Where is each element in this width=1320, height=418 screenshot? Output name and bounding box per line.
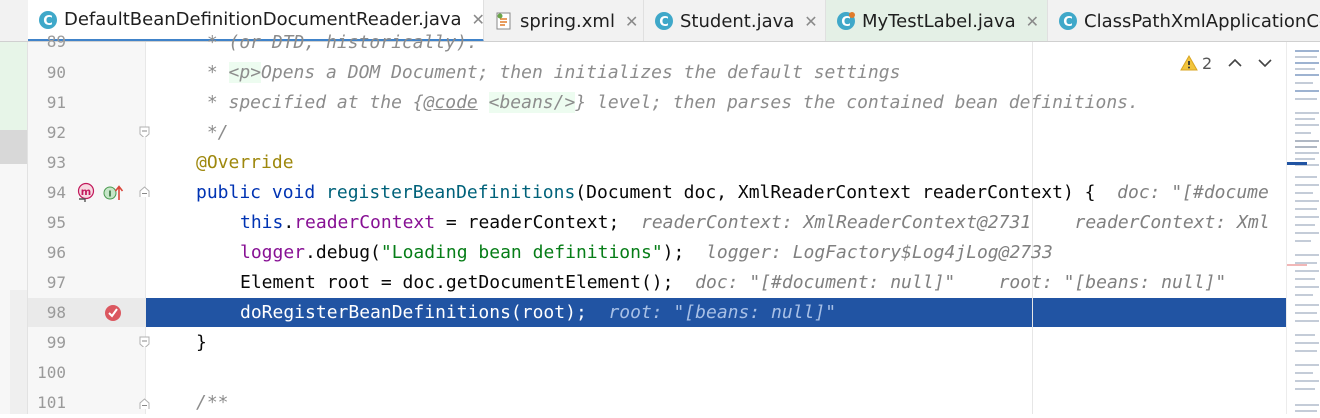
code-text: (Document doc, XmlReaderContext readerCo… bbox=[575, 182, 1096, 203]
chevron-up-icon[interactable] bbox=[1228, 58, 1242, 68]
code-line-91[interactable]: * specified at the {@code <beans/>} leve… bbox=[196, 88, 1139, 118]
code-line-90[interactable]: * <p>Opens a DOM Document; then initiali… bbox=[196, 58, 900, 88]
comment-text: * (or DTD, historically). bbox=[196, 32, 478, 53]
comment-text bbox=[478, 92, 489, 113]
tab-label: MyTestLabel.java bbox=[862, 10, 1016, 32]
javadoc-tag: @code bbox=[423, 92, 478, 113]
overrides-method-icon[interactable]: m bbox=[76, 182, 96, 204]
close-icon[interactable]: ✕ bbox=[804, 12, 817, 31]
close-icon[interactable]: ✕ bbox=[1026, 12, 1039, 31]
inline-debug-value: root: "[beans: null]" bbox=[586, 302, 837, 323]
keyword: this bbox=[240, 212, 284, 233]
line-number[interactable]: 93 bbox=[28, 152, 66, 174]
code-line-95[interactable]: this.readerContext = readerContext; read… bbox=[240, 208, 1270, 238]
code-line-98[interactable]: doRegisterBeanDefinitions(root); root: "… bbox=[240, 298, 836, 328]
editor-scrollbar[interactable] bbox=[1286, 42, 1320, 414]
inline-debug-value: logger: LogFactory$Log4jLog@2733 bbox=[684, 242, 1053, 263]
tab-student-java[interactable]: C Student.java ✕ bbox=[644, 0, 826, 41]
code-text: Element root = doc.getDocumentElement(); bbox=[240, 272, 674, 293]
code-text: . bbox=[283, 212, 295, 233]
code-line-99[interactable]: } bbox=[196, 328, 207, 358]
comment-text: * bbox=[196, 62, 229, 83]
class-icon: C bbox=[1058, 11, 1078, 31]
line-number[interactable]: 89 bbox=[28, 32, 66, 51]
method-name: registerBeanDefinitions bbox=[326, 182, 576, 203]
inline-debug-value: doc: "[#docume bbox=[1095, 182, 1269, 203]
svg-text:I: I bbox=[109, 190, 112, 199]
line-number[interactable]: 95 bbox=[28, 212, 66, 234]
comment-text: */ bbox=[196, 122, 229, 143]
class-icon: C bbox=[38, 10, 58, 30]
string-literal: "Loading bean definitions" bbox=[380, 242, 663, 263]
code-line-93[interactable]: @Override bbox=[196, 148, 294, 178]
code-line-96[interactable]: logger.debug("Loading bean definitions")… bbox=[240, 238, 1053, 268]
warning-count: 2 bbox=[1202, 53, 1213, 73]
breakpoint-icon[interactable] bbox=[103, 303, 123, 323]
annotation: @Override bbox=[196, 152, 294, 173]
chevron-down-icon[interactable] bbox=[1258, 58, 1272, 68]
svg-text:m: m bbox=[81, 187, 91, 198]
code-text: doRegisterBeanDefinitions(root); bbox=[240, 302, 587, 323]
tab-label: spring.xml bbox=[520, 10, 615, 32]
line-number[interactable]: 98 bbox=[28, 302, 66, 324]
svg-text:C: C bbox=[43, 14, 53, 29]
line-number[interactable]: 92 bbox=[28, 122, 66, 144]
field-name: logger bbox=[240, 242, 306, 263]
comment-text: /** bbox=[196, 392, 229, 413]
tab-classpathxmlapplicationcontext[interactable]: C ClassPathXmlApplicationCo bbox=[1048, 0, 1320, 41]
svg-text:C: C bbox=[1063, 15, 1073, 30]
html-tag: <p> bbox=[228, 62, 262, 83]
inspection-widget[interactable]: 2 bbox=[1180, 52, 1272, 74]
left-strip-marker bbox=[0, 130, 27, 164]
comment-text: * specified at the { bbox=[196, 92, 424, 113]
code-line-92[interactable]: */ bbox=[196, 118, 229, 148]
left-strip-highlight bbox=[0, 42, 27, 130]
line-number[interactable]: 99 bbox=[28, 332, 66, 354]
tab-label: Student.java bbox=[680, 10, 795, 32]
tab-label: ClassPathXmlApplicationCo bbox=[1084, 10, 1320, 32]
line-number[interactable]: 101 bbox=[28, 392, 66, 414]
line-number[interactable]: 100 bbox=[28, 362, 66, 384]
scroll-position-marker bbox=[1287, 162, 1307, 165]
code-line-97[interactable]: Element root = doc.getDocumentElement();… bbox=[240, 268, 1226, 298]
close-icon[interactable]: ✕ bbox=[625, 12, 638, 31]
comment-text: Opens a DOM Document; then initializes t… bbox=[261, 62, 901, 83]
code-text: = readerContext; bbox=[435, 212, 620, 233]
warning-icon[interactable] bbox=[1180, 55, 1198, 71]
line-number[interactable]: 96 bbox=[28, 242, 66, 264]
xml-file-icon bbox=[494, 11, 514, 31]
html-tag: <beans/> bbox=[488, 92, 576, 113]
tab-spring-xml[interactable]: spring.xml ✕ bbox=[484, 0, 644, 41]
implements-interface-icon[interactable]: I bbox=[102, 183, 124, 203]
field-name: readerContext bbox=[294, 212, 436, 233]
class-icon: C bbox=[654, 11, 674, 31]
inline-debug-value: readerContext: XmlReaderContext@2731 rea… bbox=[619, 212, 1270, 233]
code-text: ); bbox=[662, 242, 685, 263]
tab-label: DefaultBeanDefinitionDocumentReader.java bbox=[64, 9, 462, 30]
code-text: } bbox=[196, 332, 207, 353]
left-strip-panel bbox=[10, 290, 27, 414]
line-number[interactable]: 97 bbox=[28, 272, 66, 294]
tab-mytestlabel-java[interactable]: C MyTestLabel.java ✕ bbox=[826, 0, 1048, 41]
svg-text:C: C bbox=[659, 15, 669, 30]
line-number[interactable]: 94 bbox=[28, 182, 66, 204]
inline-debug-value: doc: "[#document: null]" root: "[beans: … bbox=[673, 272, 1227, 293]
line-number[interactable]: 90 bbox=[28, 62, 66, 84]
code-line-94[interactable]: public void registerBeanDefinitions(Docu… bbox=[196, 178, 1269, 208]
line-number[interactable]: 91 bbox=[28, 92, 66, 114]
code-line-89[interactable]: * (or DTD, historically). bbox=[196, 28, 478, 58]
comment-text: } level; then parses the contained bean … bbox=[575, 92, 1139, 113]
svg-text:C: C bbox=[841, 15, 851, 30]
close-icon[interactable]: ✕ bbox=[472, 10, 485, 29]
class-icon: C bbox=[836, 11, 856, 31]
code-text: .debug( bbox=[305, 242, 381, 263]
error-stripe-marker bbox=[1287, 264, 1307, 266]
keyword: public void bbox=[196, 182, 327, 203]
